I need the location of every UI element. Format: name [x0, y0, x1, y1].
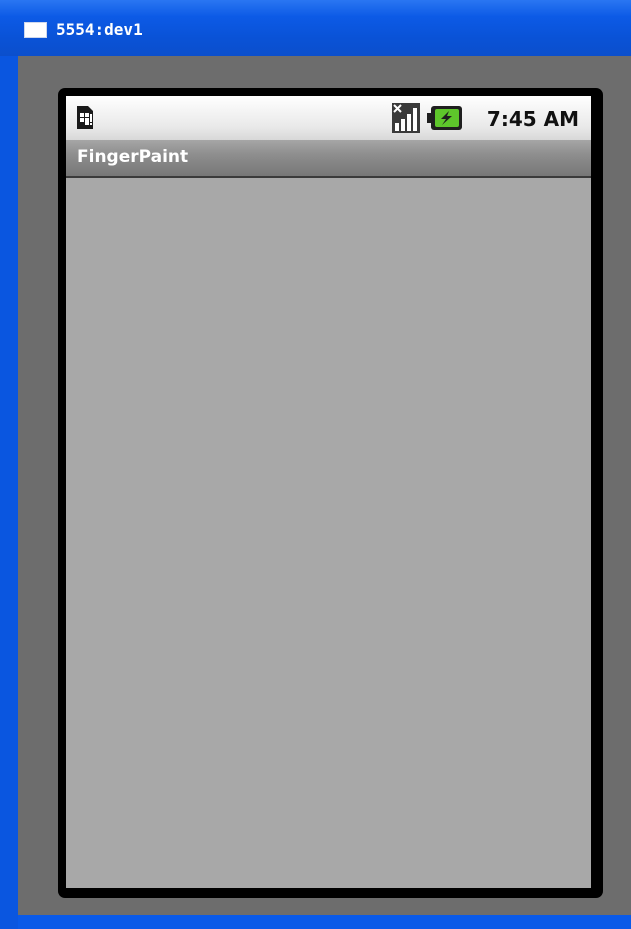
sim-card-icon — [77, 106, 93, 129]
window-bottom-border — [18, 915, 631, 929]
paint-canvas[interactable] — [66, 178, 591, 888]
window-titlebar[interactable]: 5554:dev1 — [0, 0, 631, 56]
battery-charging-icon — [427, 106, 462, 130]
window-title: 5554:dev1 — [56, 20, 143, 39]
emulator-window: 5554:dev1 7:45 AM FingerPaint — [0, 0, 631, 929]
emulator-client-area: 7:45 AM FingerPaint — [18, 56, 631, 929]
signal-no-service-icon — [392, 103, 420, 133]
app-title: FingerPaint — [77, 147, 189, 167]
device-screen: 7:45 AM FingerPaint — [66, 96, 591, 888]
status-clock: 7:45 AM — [486, 107, 579, 131]
app-title-bar: FingerPaint — [66, 140, 591, 178]
status-bar[interactable]: 7:45 AM — [66, 96, 591, 140]
device-frame: 7:45 AM FingerPaint — [58, 88, 603, 898]
window-icon — [24, 22, 47, 38]
